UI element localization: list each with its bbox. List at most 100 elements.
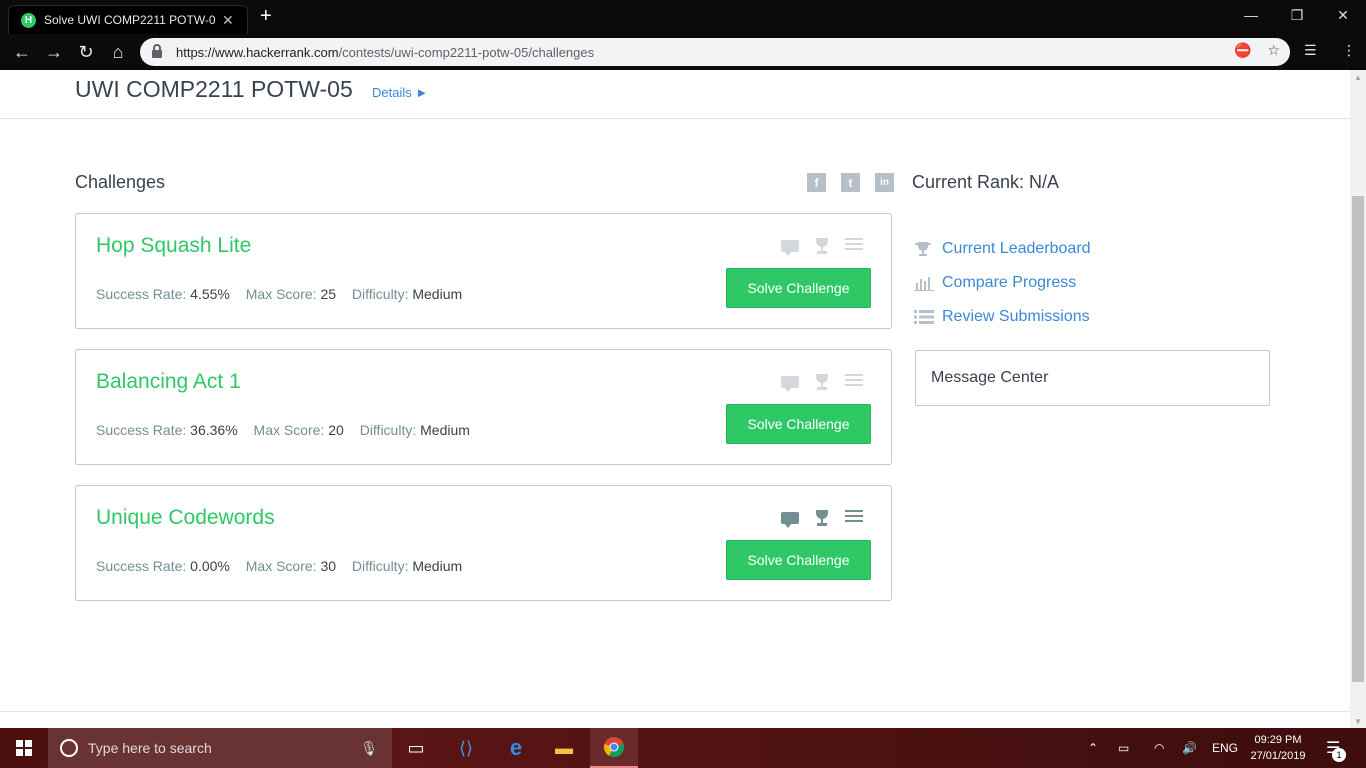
- restore-button[interactable]: ❐: [1274, 0, 1320, 30]
- task-view-icon[interactable]: ▭: [392, 728, 440, 768]
- sidebar-link-compare-progress[interactable]: Compare Progress: [914, 274, 1076, 292]
- challenge-stats: Success Rate: 4.55% Max Score: 25 Diffic…: [96, 286, 474, 302]
- chrome-icon[interactable]: [590, 728, 638, 768]
- solve-challenge-button[interactable]: Solve Challenge: [726, 268, 871, 308]
- success-rate-label: Success Rate:: [96, 422, 187, 438]
- leaderboard-trophy-icon[interactable]: [813, 374, 831, 390]
- success-rate-value: 4.55%: [190, 286, 230, 302]
- leaderboard-trophy-icon[interactable]: [813, 238, 831, 254]
- challenge-name[interactable]: Unique Codewords: [96, 506, 275, 530]
- sidebar-link-review-submissions[interactable]: Review Submissions: [914, 308, 1090, 326]
- challenge-name[interactable]: Hop Squash Lite: [96, 234, 251, 258]
- browser-tab[interactable]: H Solve UWI COMP2211 POTW-05 ✕: [8, 5, 248, 34]
- back-button[interactable]: ←: [10, 40, 34, 64]
- linkedin-share-icon[interactable]: in: [875, 173, 894, 192]
- new-tab-button[interactable]: +: [260, 5, 272, 27]
- language-indicator[interactable]: ENG: [1212, 728, 1238, 768]
- url-text[interactable]: https://www.hackerrank.com/contests/uwi-…: [176, 45, 594, 60]
- leaderboard-trophy-icon[interactable]: [813, 510, 831, 526]
- clock-date: 27/01/2019: [1250, 750, 1306, 762]
- difficulty-value: Medium: [420, 422, 470, 438]
- forward-button[interactable]: →: [42, 40, 66, 64]
- footer-divider: [0, 711, 1350, 712]
- close-window-button[interactable]: ✕: [1320, 0, 1366, 30]
- max-score-value: 30: [320, 558, 337, 574]
- tab-close-icon[interactable]: ✕: [222, 12, 234, 29]
- battery-icon[interactable]: ▭: [1118, 728, 1129, 768]
- solve-challenge-button[interactable]: Solve Challenge: [726, 404, 871, 444]
- volume-icon[interactable]: 🔊: [1182, 728, 1197, 768]
- wifi-icon[interactable]: ◠: [1154, 728, 1164, 768]
- challenge-card: Balancing Act 1 Success Rate: 36.36% Max…: [75, 349, 892, 465]
- message-center[interactable]: Message Center: [915, 350, 1270, 406]
- max-score-label: Max Score:: [253, 422, 325, 438]
- difficulty-value: Medium: [412, 286, 463, 302]
- blocked-content-icon[interactable]: ⛔: [1234, 42, 1251, 59]
- submissions-list-icon[interactable]: [845, 510, 863, 526]
- challenges-heading: Challenges: [75, 172, 166, 192]
- challenge-card: Unique Codewords Success Rate: 0.00% Max…: [75, 485, 892, 601]
- difficulty-label: Difficulty:: [351, 558, 409, 574]
- max-score-value: 20: [328, 422, 344, 438]
- notification-count-badge: 1: [1332, 748, 1346, 762]
- scroll-thumb[interactable]: [1352, 196, 1364, 682]
- bookmark-star-icon[interactable]: ☆: [1267, 42, 1280, 59]
- challenge-stats: Success Rate: 0.00% Max Score: 30 Diffic…: [96, 558, 474, 574]
- submissions-list-icon[interactable]: [845, 374, 863, 390]
- sidebar-link-label: Review Submissions: [942, 308, 1090, 325]
- difficulty-value: Medium: [412, 558, 463, 574]
- contest-title: UWI COMP2211 POTW-05: [75, 76, 353, 102]
- discussion-icon[interactable]: [781, 240, 799, 256]
- home-button[interactable]: ⌂: [106, 40, 130, 64]
- show-hidden-icons[interactable]: ⌃: [1088, 728, 1098, 768]
- tab-title: Solve UWI COMP2211 POTW-05: [44, 13, 216, 27]
- success-rate-label: Success Rate:: [96, 286, 187, 302]
- vscode-icon[interactable]: ⟨⟩: [442, 728, 490, 768]
- challenge-actions: [781, 374, 863, 392]
- discussion-icon[interactable]: [781, 376, 799, 392]
- extension-icon[interactable]: ☰: [1304, 42, 1317, 59]
- browser-menu-icon[interactable]: ⋮: [1342, 42, 1356, 59]
- sidebar-link-label: Compare Progress: [942, 274, 1077, 291]
- challenge-stats: Success Rate: 36.36% Max Score: 20 Diffi…: [96, 422, 482, 438]
- browser-tab-bar: H Solve UWI COMP2211 POTW-05 ✕ + — ❐ ✕: [0, 0, 1366, 34]
- difficulty-label: Difficulty:: [351, 286, 409, 302]
- reload-button[interactable]: ↻: [74, 40, 98, 64]
- taskbar-search-placeholder: Type here to search: [88, 740, 212, 756]
- cortana-icon: [60, 739, 78, 757]
- minimize-button[interactable]: —: [1228, 0, 1274, 30]
- file-explorer-icon[interactable]: ▬: [540, 728, 588, 768]
- trophy-icon: [914, 241, 934, 257]
- taskbar-clock[interactable]: 09:29 PM 27/01/2019: [1244, 732, 1312, 764]
- taskbar-search-box[interactable]: Type here to search 🎙: [48, 728, 392, 768]
- page-scrollbar[interactable]: ▲ ▼: [1350, 70, 1366, 728]
- challenge-actions: [781, 238, 863, 256]
- details-link[interactable]: Details ►: [372, 85, 428, 100]
- submissions-list-icon[interactable]: [845, 238, 863, 254]
- start-button[interactable]: [0, 728, 48, 768]
- solve-challenge-button[interactable]: Solve Challenge: [726, 540, 871, 580]
- scroll-up-icon[interactable]: ▲: [1350, 70, 1366, 84]
- address-bar[interactable]: https://www.hackerrank.com/contests/uwi-…: [140, 38, 1290, 66]
- scroll-down-icon[interactable]: ▼: [1350, 714, 1366, 728]
- browser-toolbar: ← → ↻ ⌂ https://www.hackerrank.com/conte…: [0, 34, 1366, 70]
- success-rate-value: 0.00%: [190, 558, 230, 574]
- challenge-name[interactable]: Balancing Act 1: [96, 370, 241, 394]
- microphone-icon[interactable]: 🎙: [360, 740, 378, 757]
- sidebar-link-label: Current Leaderboard: [942, 240, 1091, 257]
- challenge-card: Hop Squash Lite Success Rate: 4.55% Max …: [75, 213, 892, 329]
- max-score-value: 25: [320, 286, 337, 302]
- discussion-icon[interactable]: [781, 512, 799, 528]
- url-host: https://www.hackerrank.com: [176, 44, 339, 60]
- sidebar-link-current-leaderboard[interactable]: Current Leaderboard: [914, 240, 1091, 258]
- bar-chart-icon: [914, 275, 934, 291]
- hackerrank-favicon-icon: H: [21, 12, 36, 28]
- facebook-share-icon[interactable]: f: [807, 173, 826, 192]
- edge-browser-icon[interactable]: e: [492, 728, 540, 768]
- challenge-actions: [781, 510, 863, 528]
- twitter-share-icon[interactable]: t: [841, 173, 860, 192]
- list-icon: [914, 309, 934, 325]
- page-content: UWI COMP2211 POTW-05 Details ► Challenge…: [0, 70, 1350, 728]
- lock-icon: [152, 44, 162, 58]
- windows-taskbar: Type here to search 🎙 ▭ ⟨⟩ e ▬ ⌃ ▭ ◠ 🔊 E…: [0, 728, 1366, 768]
